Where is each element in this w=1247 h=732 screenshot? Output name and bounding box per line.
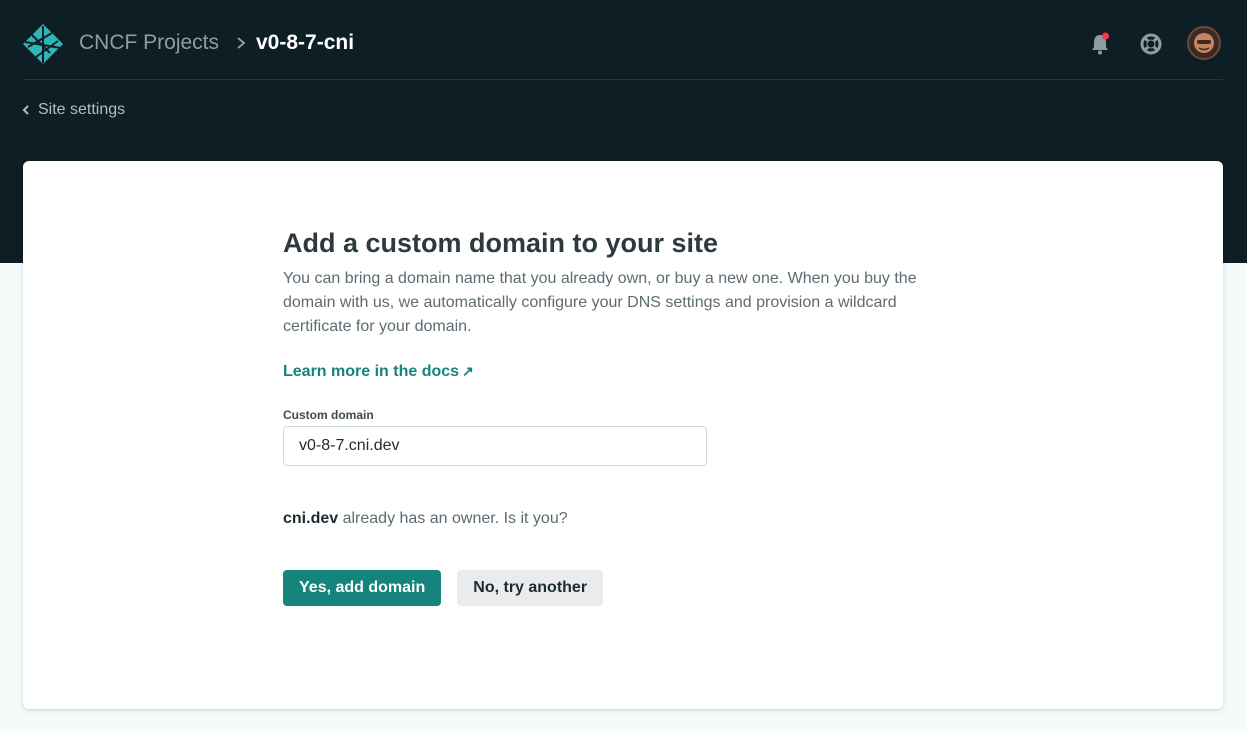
description: You can bring a domain name that you alr… [283,270,917,335]
docs-link-label: Learn more in the docs [283,363,460,380]
add-domain-card: Add a custom domain to your site You can… [23,161,1223,709]
action-buttons: Yes, add domain No, try another [283,570,963,606]
avatar[interactable] [1187,26,1221,60]
custom-domain-label: Custom domain [283,408,374,422]
bell-icon[interactable] [1088,32,1112,56]
avatar-face-icon [1194,33,1214,53]
yes-add-domain-button[interactable]: Yes, add domain [283,570,442,606]
docs-link[interactable]: Learn more in the docs ↗ [283,363,474,381]
owner-message-text: already has an owner. Is it you? [338,510,568,527]
add-domain-form: Add a custom domain to your site You can… [283,227,963,606]
netlify-logo[interactable] [22,23,64,65]
help-lifebuoy-icon[interactable] [1139,32,1163,56]
breadcrumb-team[interactable]: CNCF Projects [79,31,219,55]
header-divider [23,79,1223,80]
owner-message: cni.dev already has an owner. Is it you? [283,510,963,528]
app-header: CNCF Projects v0-8-7-cni [0,0,1247,80]
back-label: Site settings [38,101,126,118]
owner-domain: cni.dev [283,510,339,527]
chevron-left-icon [22,105,29,115]
chevron-right-icon [237,37,246,49]
notification-dot [1102,32,1109,40]
custom-domain-input[interactable] [283,426,707,466]
external-link-icon: ↗ [462,363,474,379]
breadcrumb-site[interactable]: v0-8-7-cni [256,31,354,55]
no-try-another-button[interactable]: No, try another [457,570,604,606]
back-to-site-settings[interactable]: Site settings [22,100,125,120]
page-title: Add a custom domain to your site [283,228,719,258]
